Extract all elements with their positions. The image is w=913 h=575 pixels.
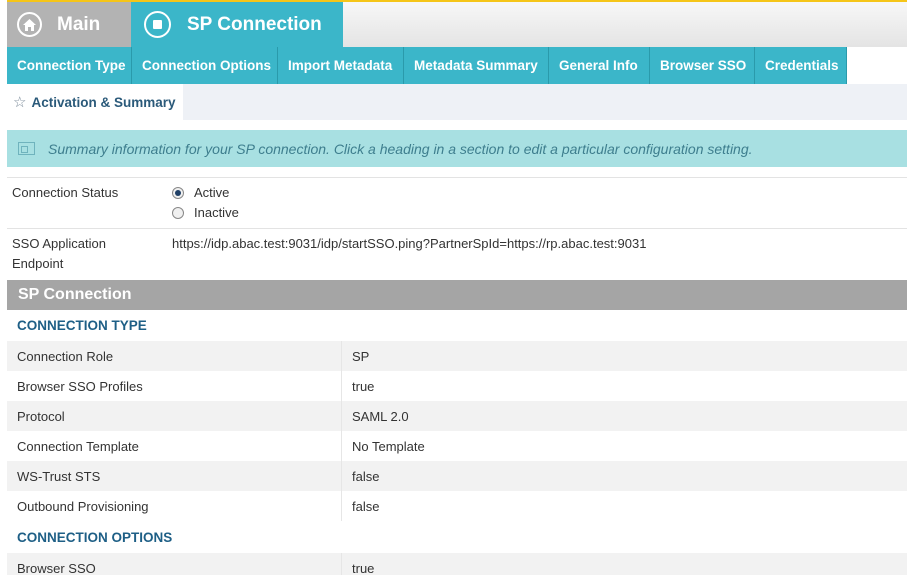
tab-credentials[interactable]: Credentials [755,47,847,84]
tab-general-info[interactable]: General Info [549,47,650,84]
status-option-active: Active [194,185,230,200]
section-title: SP Connection [7,280,907,310]
home-icon [17,12,42,37]
row-key: Browser SSO [7,553,342,575]
endpoint-label-line1: SSO Application [12,236,106,251]
main-tab-label: Main [57,13,101,35]
table-row: Connection Role SP [7,341,907,371]
divider [7,228,907,229]
tab-activation-summary[interactable]: ☆ Activation & Summary [7,84,183,120]
radio-selected-icon[interactable] [172,186,184,199]
row-value: false [352,468,380,484]
table-row: Protocol SAML 2.0 [7,401,907,431]
status-option-inactive: Inactive [194,205,239,220]
group-connection-options[interactable]: CONNECTION OPTIONS [7,522,907,552]
radio-unselected-icon[interactable] [172,206,184,219]
status-radio-inactive[interactable]: Inactive [172,205,239,220]
row-value: SP [352,348,370,364]
table-row: Browser SSO true [7,553,907,575]
table-row: Outbound Provisioning false [7,491,907,521]
sp-connection-tab-label: SP Connection [187,13,322,35]
status-radio-active[interactable]: Active [172,185,229,200]
table-row: WS-Trust STS false [7,461,907,491]
row-value: true [352,560,375,575]
top-nav-bar: Main SP Connection [7,0,907,47]
row-value: SAML 2.0 [352,408,409,424]
stop-square-icon [144,11,171,38]
row-key: Outbound Provisioning [7,491,342,521]
wizard-tabs-row-2: ☆ Activation & Summary [7,84,907,120]
row-key: Connection Role [7,341,342,371]
row-key: Connection Template [7,431,342,461]
table-row: Browser SSO Profiles true [7,371,907,401]
tab-metadata-summary[interactable]: Metadata Summary [404,47,549,84]
row-key: Protocol [7,401,342,431]
tab-import-metadata[interactable]: Import Metadata [278,47,404,84]
row-value: true [352,378,375,394]
tab-activation-summary-label: Activation & Summary [31,94,176,110]
sp-connection-tab[interactable]: SP Connection [131,2,343,47]
group-connection-type[interactable]: CONNECTION TYPE [7,310,907,340]
star-icon: ☆ [13,94,27,111]
wizard-tabs: Connection Type Connection Options Impor… [7,47,847,84]
main-tab[interactable]: Main [7,2,131,47]
endpoint-label-line2: Endpoint [12,256,64,271]
tab-connection-type[interactable]: Connection Type [7,47,132,84]
row-key: Browser SSO Profiles [7,371,342,401]
connection-status-label: Connection Status [12,185,119,200]
table-row: Connection Template No Template [7,431,907,461]
row-key: WS-Trust STS [7,461,342,491]
row-value: false [352,498,380,514]
info-message-bar: Summary information for your SP connecti… [7,130,907,167]
tab-connection-options[interactable]: Connection Options [132,47,278,84]
endpoint-value: https://idp.abac.test:9031/idp/startSSO.… [172,236,647,251]
divider [7,177,907,178]
tab-browser-sso[interactable]: Browser SSO [650,47,755,84]
info-panel-icon [18,142,35,155]
info-message-text: Summary information for your SP connecti… [48,140,753,157]
row-value: No Template [352,438,425,454]
